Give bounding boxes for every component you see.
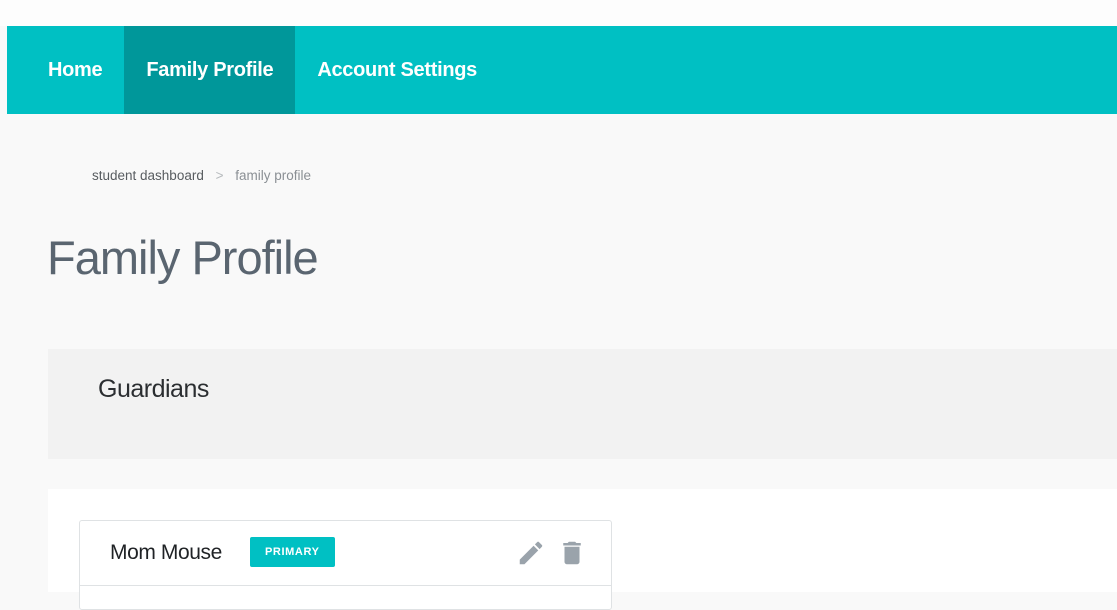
breadcrumb-separator: > <box>215 168 224 183</box>
guardian-card-header: Mom Mouse PRIMARY <box>80 521 611 586</box>
guardians-section-header: Guardians <box>48 349 1117 459</box>
window-top-strip <box>0 0 1117 26</box>
guardian-card: Mom Mouse PRIMARY <box>79 520 612 610</box>
nav-item-home[interactable]: Home <box>7 26 124 114</box>
breadcrumb: student dashboard > family profile <box>92 168 311 183</box>
page-title: Family Profile <box>47 231 319 284</box>
guardians-section-body: Mom Mouse PRIMARY <box>48 489 1117 610</box>
guardians-section-title: Guardians <box>98 375 209 403</box>
top-navbar: Home Family Profile Account Settings <box>7 26 1117 114</box>
trash-icon <box>563 541 581 565</box>
breadcrumb-student-dashboard[interactable]: student dashboard <box>92 168 204 183</box>
guardian-name: Mom Mouse <box>110 541 222 564</box>
delete-guardian-button[interactable] <box>557 538 587 568</box>
nav-item-account-settings[interactable]: Account Settings <box>295 26 499 114</box>
pencil-icon <box>519 541 543 565</box>
breadcrumb-family-profile: family profile <box>235 168 312 183</box>
edit-guardian-button[interactable] <box>516 538 546 568</box>
primary-badge: PRIMARY <box>250 537 335 567</box>
nav-item-family-profile[interactable]: Family Profile <box>124 26 296 114</box>
